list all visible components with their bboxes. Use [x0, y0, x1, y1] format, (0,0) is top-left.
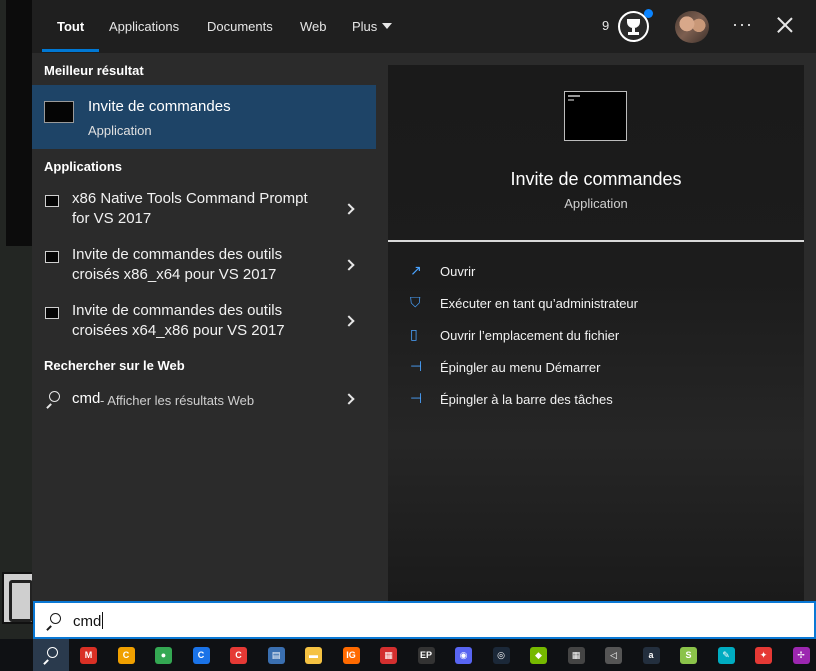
chevron-right-icon[interactable]: [343, 315, 355, 327]
tab-more-label: Plus: [352, 19, 378, 34]
action-label: Ouvrir l’emplacement du fichier: [440, 328, 620, 343]
action-pin-taskbar[interactable]: ⊣ Épingler à la barre des tâches: [410, 387, 800, 411]
app-result-line1: Invite de commandes des outils: [72, 246, 283, 263]
taskbar: M C ● C C ▤ ▬ IG ▦ EP ◉ ◎ ◆ ▦ ◁ a S ✎ ✦ ✢: [0, 639, 816, 671]
action-label: Épingler à la barre des tâches: [440, 392, 613, 407]
start-search-panel: Tout Applications Documents Web Plus 9 ·…: [32, 0, 816, 602]
section-web-search: Rechercher sur le Web: [44, 358, 185, 373]
tab-more[interactable]: Plus: [352, 0, 393, 53]
preview-subtitle: Application: [564, 196, 628, 211]
search-icon: [45, 391, 61, 409]
close-icon[interactable]: [774, 14, 796, 36]
action-label: Épingler au menu Démarrer: [440, 360, 601, 375]
web-hint: - Afficher les résultats Web: [100, 393, 255, 408]
web-query: cmd: [72, 390, 101, 407]
avatar[interactable]: [675, 11, 709, 43]
preview-pane: Invite de commandes Application ↗ Ouvrir…: [388, 65, 804, 602]
more-options-icon[interactable]: ···: [732, 14, 753, 35]
s-app-icon[interactable]: S: [680, 647, 697, 664]
tool-icon[interactable]: ✎: [717, 647, 735, 664]
tab-documents[interactable]: Documents: [207, 0, 273, 53]
audio-icon[interactable]: ◁: [605, 647, 622, 664]
app-result-line1: x86 Native Tools Command Prompt: [72, 190, 308, 207]
tab-all[interactable]: Tout: [41, 0, 100, 53]
best-match-title: Invite de commandes: [88, 98, 231, 115]
action-label: Exécuter en tant qu’administrateur: [440, 296, 638, 311]
app-result-x86-native[interactable]: x86 Native Tools Command Prompt for VS 2…: [32, 183, 376, 239]
action-label: Ouvrir: [440, 264, 476, 279]
app-result-x86-x64[interactable]: Invite de commandes des outils croisés x…: [32, 239, 376, 295]
msi-icon[interactable]: ✦: [755, 647, 772, 664]
command-prompt-icon: [45, 251, 59, 263]
app-result-line2: croisés x86_x64 pour VS 2017: [72, 266, 277, 283]
divider: [388, 240, 804, 242]
search-icon: [45, 613, 61, 631]
folder-icon[interactable]: ▬: [305, 647, 322, 664]
discord-icon[interactable]: ◉: [455, 647, 472, 664]
web-search-result[interactable]: cmd - Afficher les résultats Web: [32, 379, 376, 419]
archive-icon[interactable]: ▦: [380, 647, 397, 664]
command-prompt-large-icon: [564, 91, 627, 141]
open-icon: ↗: [410, 262, 422, 278]
qr-icon[interactable]: ▦: [567, 647, 585, 664]
c-app-icon[interactable]: C: [192, 647, 210, 664]
action-open[interactable]: ↗ Ouvrir: [410, 259, 800, 283]
search-tab-bar: Tout Applications Documents Web Plus 9 ·…: [32, 0, 816, 53]
caret-down-icon: [382, 23, 393, 29]
file-location-icon: ▯: [410, 326, 418, 342]
preview-title: Invite de commandes: [510, 169, 682, 189]
text-caret: [102, 612, 104, 629]
chevron-right-icon[interactable]: [343, 203, 355, 215]
media-icon[interactable]: ▤: [267, 647, 285, 664]
command-prompt-icon: [45, 307, 59, 319]
action-pin-start[interactable]: ⊣ Épingler au menu Démarrer: [410, 355, 800, 379]
taskbar-search-button[interactable]: [33, 639, 69, 671]
notification-dot: [644, 9, 653, 18]
rewards-count: 9: [602, 18, 610, 33]
action-open-file-location[interactable]: ▯ Ouvrir l’emplacement du fichier: [410, 323, 800, 347]
ig-icon[interactable]: IG: [342, 647, 360, 664]
shield-icon: ⛉: [410, 294, 421, 310]
best-match-item[interactable]: Invite de commandes Application: [32, 85, 376, 149]
action-run-as-admin[interactable]: ⛉ Exécuter en tant qu’administrateur: [410, 291, 800, 315]
epic-games-icon[interactable]: EP: [417, 647, 435, 664]
command-prompt-icon: [44, 101, 74, 123]
app-result-line1: Invite de commandes des outils: [72, 302, 283, 319]
chrome-icon[interactable]: ●: [155, 647, 172, 664]
tab-web[interactable]: Web: [300, 0, 327, 53]
results-list: Meilleur résultat Invite de commandes Ap…: [32, 53, 376, 602]
app-result-x64-x86[interactable]: Invite de commandes des outils croisées …: [32, 295, 376, 351]
pin-icon: ⊣: [410, 390, 423, 406]
ccleaner-icon[interactable]: C: [117, 647, 135, 664]
section-best-match: Meilleur résultat: [44, 63, 144, 78]
search-value: cmd: [73, 613, 102, 630]
steam-icon[interactable]: ◎: [492, 647, 510, 664]
chevron-right-icon[interactable]: [343, 393, 355, 405]
command-prompt-icon: [45, 195, 59, 207]
app-result-line2: croisées x64_x86 pour VS 2017: [72, 322, 285, 339]
pen-icon[interactable]: ✢: [792, 647, 810, 664]
desktop-shortcut-icon[interactable]: [2, 572, 34, 624]
best-match-subtitle: Application: [88, 123, 152, 138]
section-applications: Applications: [44, 159, 123, 174]
tab-applications[interactable]: Applications: [109, 0, 179, 53]
trophy-icon[interactable]: [618, 9, 653, 42]
amazon-icon[interactable]: a: [642, 647, 660, 664]
pin-icon: ⊣: [410, 358, 423, 374]
app-result-line2: for VS 2017: [72, 210, 152, 227]
search-input[interactable]: cmd: [33, 601, 816, 639]
gmail-icon[interactable]: M: [80, 647, 97, 664]
nvidia-icon[interactable]: ◆: [530, 647, 547, 664]
ccleaner-red-icon[interactable]: C: [230, 647, 247, 664]
chevron-right-icon[interactable]: [343, 259, 355, 271]
